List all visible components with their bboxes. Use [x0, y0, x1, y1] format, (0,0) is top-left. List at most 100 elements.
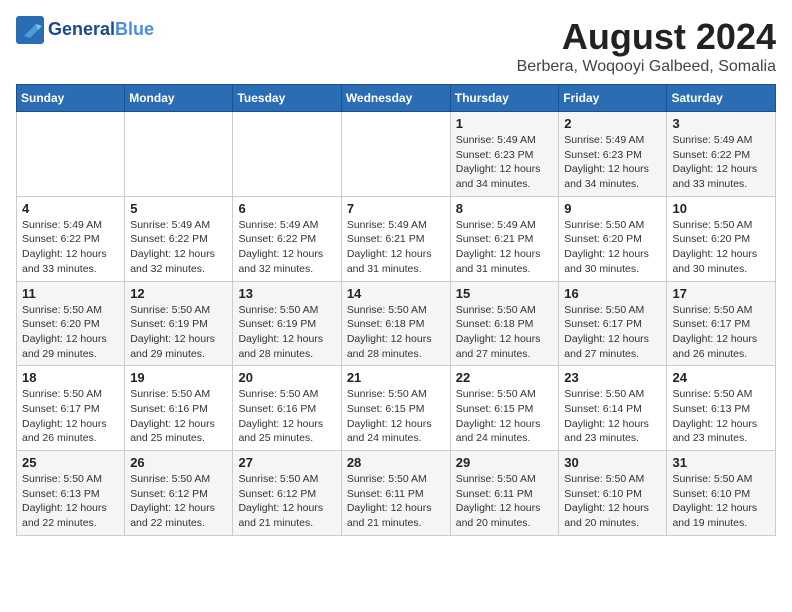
calendar-cell: 22 Sunrise: 5:50 AM Sunset: 6:15 PM Dayli…	[450, 366, 559, 451]
day-number: 10	[672, 201, 770, 216]
weekday-header-sunday: Sunday	[17, 85, 125, 112]
calendar-cell: 23 Sunrise: 5:50 AM Sunset: 6:14 PM Dayli…	[559, 366, 667, 451]
page-header: GeneralBlue August 2024 Berbera, Woqooyi…	[16, 16, 776, 76]
calendar-cell: 31 Sunrise: 5:50 AM Sunset: 6:10 PM Dayli…	[667, 451, 776, 536]
calendar-table: SundayMondayTuesdayWednesdayThursdayFrid…	[16, 84, 776, 536]
calendar-cell: 7 Sunrise: 5:49 AM Sunset: 6:21 PM Daylig…	[341, 196, 450, 281]
calendar-cell: 19Sunrise: 5:50 AM Sunset: 6:16 PM Dayli…	[125, 366, 233, 451]
day-info: Sunrise: 5:50 AM Sunset: 6:14 PM Dayligh…	[564, 387, 661, 446]
day-info: Sunrise: 5:50 AM Sunset: 6:10 PM Dayligh…	[672, 472, 770, 531]
day-number: 6	[238, 201, 335, 216]
calendar-cell: 3 Sunrise: 5:49 AM Sunset: 6:22 PM Daylig…	[667, 112, 776, 197]
day-info: Sunrise: 5:50 AM Sunset: 6:13 PM Dayligh…	[22, 472, 119, 531]
calendar-subtitle: Berbera, Woqooyi Galbeed, Somalia	[517, 58, 776, 76]
day-info: Sunrise: 5:50 AM Sunset: 6:20 PM Dayligh…	[22, 303, 119, 362]
day-info: Sunrise: 5:49 AM Sunset: 6:23 PM Dayligh…	[456, 133, 554, 192]
weekday-header-saturday: Saturday	[667, 85, 776, 112]
day-number: 18	[22, 370, 119, 385]
day-info: Sunrise: 5:50 AM Sunset: 6:20 PM Dayligh…	[564, 218, 661, 277]
day-info: Sunrise: 5:50 AM Sunset: 6:19 PM Dayligh…	[238, 303, 335, 362]
day-info: Sunrise: 5:49 AM Sunset: 6:21 PM Dayligh…	[347, 218, 445, 277]
day-number: 1	[456, 116, 554, 131]
week-row-2: 4 Sunrise: 5:49 AM Sunset: 6:22 PM Daylig…	[17, 196, 776, 281]
day-number: 3	[672, 116, 770, 131]
calendar-cell: 10 Sunrise: 5:50 AM Sunset: 6:20 PM Dayli…	[667, 196, 776, 281]
calendar-cell: 27 Sunrise: 5:50 AM Sunset: 6:12 PM Dayli…	[233, 451, 341, 536]
day-info: Sunrise: 5:50 AM Sunset: 6:16 PM Dayligh…	[238, 387, 335, 446]
day-info: Sunrise: 5:49 AM Sunset: 6:22 PM Dayligh…	[238, 218, 335, 277]
day-number: 26	[130, 455, 227, 470]
calendar-cell: 16 Sunrise: 5:50 AM Sunset: 6:17 PM Dayli…	[559, 281, 667, 366]
day-number: 16	[564, 286, 661, 301]
day-info: Sunrise: 5:50 AM Sunset: 6:15 PM Dayligh…	[456, 387, 554, 446]
day-number: 25	[22, 455, 119, 470]
day-number: 7	[347, 201, 445, 216]
calendar-cell: 4 Sunrise: 5:49 AM Sunset: 6:22 PM Daylig…	[17, 196, 125, 281]
day-info: Sunrise: 5:50 AM Sunset: 6:12 PM Dayligh…	[238, 472, 335, 531]
day-number: 4	[22, 201, 119, 216]
calendar-cell: 24Sunrise: 5:50 AM Sunset: 6:13 PM Dayli…	[667, 366, 776, 451]
day-info: Sunrise: 5:50 AM Sunset: 6:18 PM Dayligh…	[347, 303, 445, 362]
calendar-cell: 8 Sunrise: 5:49 AM Sunset: 6:21 PM Daylig…	[450, 196, 559, 281]
day-number: 20	[238, 370, 335, 385]
calendar-cell: 25 Sunrise: 5:50 AM Sunset: 6:13 PM Dayli…	[17, 451, 125, 536]
calendar-cell	[341, 112, 450, 197]
calendar-cell: 2 Sunrise: 5:49 AM Sunset: 6:23 PM Daylig…	[559, 112, 667, 197]
day-number: 21	[347, 370, 445, 385]
day-info: Sunrise: 5:50 AM Sunset: 6:10 PM Dayligh…	[564, 472, 661, 531]
day-number: 9	[564, 201, 661, 216]
calendar-cell	[125, 112, 233, 197]
calendar-cell	[233, 112, 341, 197]
day-info: Sunrise: 5:50 AM Sunset: 6:11 PM Dayligh…	[347, 472, 445, 531]
day-number: 14	[347, 286, 445, 301]
calendar-cell: 13 Sunrise: 5:50 AM Sunset: 6:19 PM Dayli…	[233, 281, 341, 366]
day-info: Sunrise: 5:50 AM Sunset: 6:18 PM Dayligh…	[456, 303, 554, 362]
week-row-4: 18Sunrise: 5:50 AM Sunset: 6:17 PM Dayli…	[17, 366, 776, 451]
calendar-cell: 21 Sunrise: 5:50 AM Sunset: 6:15 PM Dayli…	[341, 366, 450, 451]
day-info: Sunrise: 5:49 AM Sunset: 6:23 PM Dayligh…	[564, 133, 661, 192]
day-number: 5	[130, 201, 227, 216]
day-number: 13	[238, 286, 335, 301]
day-info: Sunrise: 5:49 AM Sunset: 6:21 PM Dayligh…	[456, 218, 554, 277]
calendar-cell: 1 Sunrise: 5:49 AM Sunset: 6:23 PM Daylig…	[450, 112, 559, 197]
calendar-cell: 29Sunrise: 5:50 AM Sunset: 6:11 PM Dayli…	[450, 451, 559, 536]
logo-text: GeneralBlue	[48, 20, 154, 40]
weekday-header-monday: Monday	[125, 85, 233, 112]
day-number: 8	[456, 201, 554, 216]
day-info: Sunrise: 5:50 AM Sunset: 6:16 PM Dayligh…	[130, 387, 227, 446]
day-info: Sunrise: 5:50 AM Sunset: 6:15 PM Dayligh…	[347, 387, 445, 446]
logo-icon	[16, 16, 44, 44]
day-number: 29	[456, 455, 554, 470]
calendar-cell: 5Sunrise: 5:49 AM Sunset: 6:22 PM Daylig…	[125, 196, 233, 281]
day-number: 12	[130, 286, 227, 301]
day-number: 22	[456, 370, 554, 385]
calendar-cell: 9 Sunrise: 5:50 AM Sunset: 6:20 PM Daylig…	[559, 196, 667, 281]
day-info: Sunrise: 5:49 AM Sunset: 6:22 PM Dayligh…	[22, 218, 119, 277]
logo: GeneralBlue	[16, 16, 154, 44]
title-block: August 2024 Berbera, Woqooyi Galbeed, So…	[517, 16, 776, 76]
day-number: 11	[22, 286, 119, 301]
day-number: 24	[672, 370, 770, 385]
day-info: Sunrise: 5:49 AM Sunset: 6:22 PM Dayligh…	[672, 133, 770, 192]
calendar-cell	[17, 112, 125, 197]
day-number: 30	[564, 455, 661, 470]
day-number: 31	[672, 455, 770, 470]
weekday-header-friday: Friday	[559, 85, 667, 112]
day-info: Sunrise: 5:50 AM Sunset: 6:12 PM Dayligh…	[130, 472, 227, 531]
calendar-cell: 18Sunrise: 5:50 AM Sunset: 6:17 PM Dayli…	[17, 366, 125, 451]
calendar-cell: 14 Sunrise: 5:50 AM Sunset: 6:18 PM Dayli…	[341, 281, 450, 366]
day-number: 27	[238, 455, 335, 470]
week-row-1: 1 Sunrise: 5:49 AM Sunset: 6:23 PM Daylig…	[17, 112, 776, 197]
day-info: Sunrise: 5:50 AM Sunset: 6:17 PM Dayligh…	[564, 303, 661, 362]
calendar-cell: 20 Sunrise: 5:50 AM Sunset: 6:16 PM Dayli…	[233, 366, 341, 451]
day-number: 23	[564, 370, 661, 385]
calendar-cell: 26 Sunrise: 5:50 AM Sunset: 6:12 PM Dayli…	[125, 451, 233, 536]
day-info: Sunrise: 5:50 AM Sunset: 6:17 PM Dayligh…	[672, 303, 770, 362]
day-info: Sunrise: 5:50 AM Sunset: 6:20 PM Dayligh…	[672, 218, 770, 277]
calendar-cell: 12 Sunrise: 5:50 AM Sunset: 6:19 PM Dayli…	[125, 281, 233, 366]
day-number: 2	[564, 116, 661, 131]
week-row-3: 11 Sunrise: 5:50 AM Sunset: 6:20 PM Dayli…	[17, 281, 776, 366]
day-info: Sunrise: 5:50 AM Sunset: 6:19 PM Dayligh…	[130, 303, 227, 362]
calendar-cell: 6 Sunrise: 5:49 AM Sunset: 6:22 PM Daylig…	[233, 196, 341, 281]
day-number: 15	[456, 286, 554, 301]
